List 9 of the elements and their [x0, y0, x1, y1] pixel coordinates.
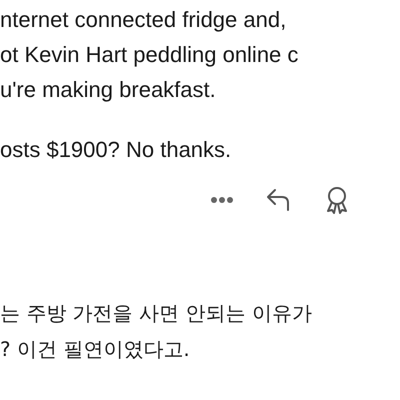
award-icon[interactable] — [324, 186, 350, 214]
reply-icon[interactable] — [266, 188, 292, 212]
comment-text-line: u're making breakfast. — [0, 76, 216, 104]
translation-text-line: 는 주방 가전을 사면 안되는 이유가 — [0, 300, 312, 327]
comment-text-line: ot Kevin Hart peddling online c — [0, 41, 298, 69]
more-icon[interactable] — [210, 196, 234, 204]
translation-text-line: ? 이건 필연이였다고. — [0, 336, 190, 363]
comment-text-line: nternet connected fridge and, — [0, 6, 286, 34]
comment-text-line: osts $1900? No thanks. — [0, 136, 232, 164]
